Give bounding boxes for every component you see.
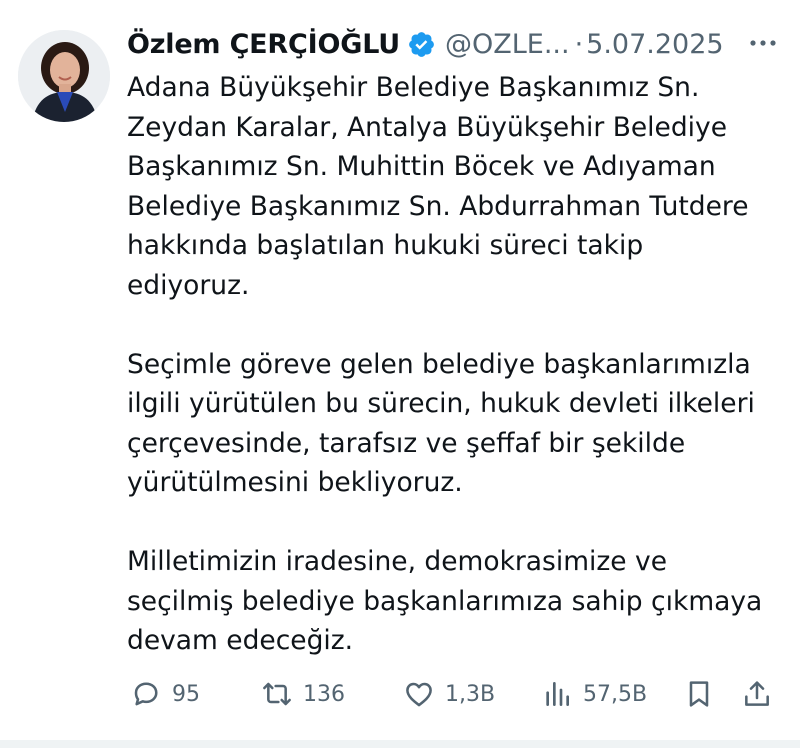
tweet-line: Milletimizin iradesine, demokrasimize ve (127, 546, 668, 577)
tweet-line: çerçevesinde, tarafsız ve şeffaf bir şek… (127, 427, 686, 459)
tweet-line: Zeydan Karalar, Antalya Büyükşehir Beled… (127, 111, 728, 143)
reply-count: 95 (172, 681, 200, 707)
reply-icon (130, 678, 162, 710)
share-icon (741, 678, 773, 710)
tweet-line: Seçimle göreve gelen belediye başkanları… (127, 348, 751, 380)
tweet-line: seçilmiş belediye başkanlarımıza sahip ç… (127, 585, 763, 617)
tweet-line: devam edeceğiz. (127, 625, 354, 656)
tweet-line: ediyoruz. (127, 269, 250, 301)
reply-button[interactable]: 95 (130, 672, 200, 716)
like-button[interactable]: 1,3B (403, 672, 495, 716)
tweet-text: Adana Büyükşehir Belediye Başkanımız Sn.… (127, 68, 787, 661)
tweet-paragraph: Milletimizin iradesine, demokrasimize ve… (127, 542, 787, 661)
retweet-count: 136 (303, 681, 345, 707)
retweet-button[interactable]: 136 (261, 672, 345, 716)
tweet-paragraph: Seçimle göreve gelen belediye başkanları… (127, 345, 787, 503)
tweet-line: ilgili yürütülen bu sürecin, hukuk devle… (127, 388, 755, 419)
tweet-date[interactable]: 5.07.2025 (586, 29, 723, 60)
bookmark-icon (683, 678, 715, 710)
tweet-line: Belediye Başkanımız Sn. Abdurrahman Tutd… (127, 190, 749, 222)
more-options-icon[interactable] (746, 28, 780, 58)
tweet-paragraph: Adana Büyükşehir Belediye Başkanımız Sn.… (127, 68, 787, 305)
share-button[interactable] (741, 672, 773, 716)
views-button[interactable]: 57,5B (541, 672, 647, 716)
separator-dot: · (574, 28, 584, 60)
divider (0, 740, 800, 748)
like-count: 1,3B (445, 681, 496, 707)
verified-badge-icon (407, 30, 436, 59)
tweet-header: Özlem ÇERÇİOĞLU @OZLE... · 5.07.2025 (127, 24, 780, 64)
profile-photo (18, 30, 110, 122)
tweet-card[interactable]: Özlem ÇERÇİOĞLU @OZLE... · 5.07.2025 Ada… (0, 0, 800, 748)
heart-icon (403, 678, 435, 710)
bookmark-button[interactable] (683, 672, 715, 716)
tweet-line: yürütülmesini bekliyoruz. (127, 467, 463, 498)
action-bar: 95 136 1,3B 57,5B (127, 672, 774, 716)
retweet-icon (261, 678, 293, 710)
author-handle[interactable]: @OZLE... (445, 29, 570, 60)
author-name[interactable]: Özlem ÇERÇİOĞLU (127, 29, 400, 60)
avatar[interactable] (18, 30, 110, 122)
tweet-line: hakkında başlatılan hukuki süreci takip (127, 230, 644, 261)
views-count: 57,5B (583, 681, 648, 707)
tweet-line: Adana Büyükşehir Belediye Başkanımız Sn. (127, 72, 700, 103)
tweet-line: Başkanımız Sn. Muhittin Böcek ve Adıyama… (127, 151, 716, 182)
views-icon (541, 678, 573, 710)
